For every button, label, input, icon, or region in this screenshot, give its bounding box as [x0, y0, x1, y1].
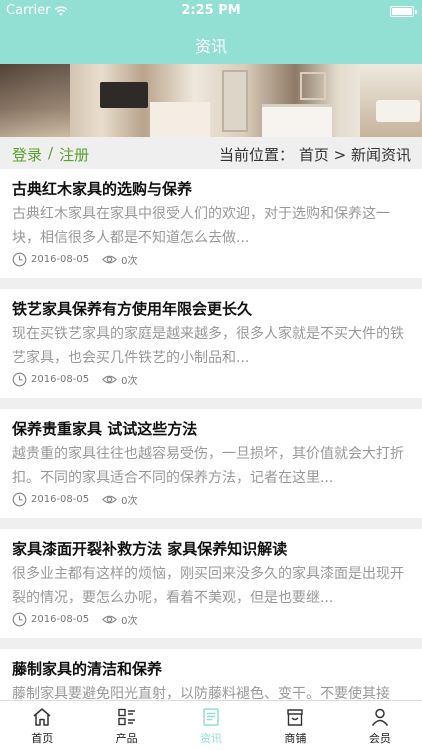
- news-views: 0次: [121, 616, 138, 627]
- banner-image[interactable]: [0, 64, 422, 137]
- news-date: 2016-08-05: [31, 494, 90, 505]
- tab-shop[interactable]: 商铺: [253, 701, 337, 750]
- banner-shape: [222, 70, 248, 132]
- news-meta: 2016-08-05 0次: [12, 372, 151, 387]
- clock-icon: [12, 252, 27, 267]
- battery-icon: [390, 6, 417, 17]
- tab-label: 首页: [31, 732, 54, 745]
- auth-separator: /: [48, 144, 54, 162]
- news-summary: 现在买铁艺家具的家庭是越来越多，很多人家就是不买大件的铁艺家具，也会买几件铁艺的…: [12, 326, 404, 366]
- news-meta: 2016-08-05 0次: [12, 252, 151, 267]
- banner-shape: [150, 102, 210, 137]
- tab-bar: 首页 产品 资讯 商铺 会员: [0, 700, 422, 750]
- tab-label: 产品: [115, 732, 138, 745]
- user-icon: [371, 708, 388, 726]
- news-item[interactable]: 古典红木家具的选购与保养 古典红木家具在家具中很受人们的欢迎，对于选购和保养这一…: [0, 169, 422, 278]
- news-summary: 古典红木家具在家具中很受人们的欢迎，对于选购和保养这一块，相信很多人都是不知道怎…: [12, 206, 390, 246]
- news-views: 0次: [121, 376, 138, 387]
- news-title[interactable]: 保养贵重家具 试试这些方法: [12, 418, 197, 439]
- clock-icon: [12, 492, 27, 507]
- news-item[interactable]: 家具漆面开裂补救方法 家具保养知识解读 很多业主都有这样的烦恼，刚买回来没多久的…: [0, 529, 422, 638]
- news-title[interactable]: 铁艺家具保养有方使用年限会更长久: [12, 298, 252, 319]
- news-date: 2016-08-05: [31, 254, 90, 265]
- breadcrumb-current: 新闻资讯: [350, 146, 411, 164]
- news-meta: 2016-08-05 0次: [12, 612, 151, 627]
- auth-links: 登录 / 注册: [12, 144, 89, 165]
- news-summary: 越贵重的家具往往也越容易受伤，一旦损坏，其价值就会大打折扣。不同的家具适合不同的…: [12, 446, 404, 486]
- news-views: 0次: [121, 496, 138, 507]
- banner-shape: [376, 100, 420, 122]
- news-item[interactable]: 保养贵重家具 试试这些方法 越贵重的家具往往也越容易受伤，一旦损坏，其价值就会大…: [0, 409, 422, 518]
- eye-icon: [102, 495, 118, 504]
- breadcrumb-arrow: >: [333, 146, 347, 164]
- tab-label: 资讯: [200, 732, 223, 745]
- banner-shape: [300, 72, 326, 100]
- clock-icon: [12, 612, 27, 627]
- eye-icon: [102, 375, 118, 384]
- breadcrumb-home[interactable]: 首页: [299, 146, 329, 164]
- location-label: 当前位置：: [219, 146, 295, 164]
- news-date: 2016-08-05: [31, 614, 90, 625]
- breadcrumb-bar: 登录 / 注册 当前位置： 首页 > 新闻资讯: [0, 137, 422, 169]
- breadcrumb: 当前位置： 首页 > 新闻资讯: [219, 144, 411, 165]
- list-icon: [117, 708, 135, 726]
- tab-news[interactable]: 资讯: [169, 701, 253, 750]
- clock-icon: [12, 372, 27, 387]
- news-icon: [203, 708, 219, 726]
- status-bar: Carrier 2:25 PM: [0, 0, 422, 22]
- home-icon: [33, 708, 51, 726]
- tab-member[interactable]: 会员: [338, 701, 422, 750]
- status-time: 2:25 PM: [181, 3, 241, 18]
- tab-label: 会员: [368, 732, 391, 745]
- banner-shape: [262, 104, 332, 137]
- news-date: 2016-08-05: [31, 374, 90, 385]
- eye-icon: [102, 255, 118, 264]
- tab-products[interactable]: 产品: [84, 701, 168, 750]
- tab-label: 商铺: [284, 732, 307, 745]
- banner-shape: [0, 64, 70, 137]
- page-title: 资讯: [194, 37, 227, 56]
- news-title[interactable]: 家具漆面开裂补救方法 家具保养知识解读: [12, 538, 287, 559]
- news-title[interactable]: 古典红木家具的选购与保养: [12, 178, 192, 199]
- news-meta: 2016-08-05 0次: [12, 492, 151, 507]
- login-link[interactable]: 登录: [12, 144, 42, 165]
- news-views: 0次: [121, 256, 138, 267]
- news-title[interactable]: 藤制家具的清洁和保养: [12, 658, 162, 679]
- news-summary: 很多业主都有这样的烦恼，刚买回来没多久的家具漆面是出现开裂的情况，要怎么办呢，看…: [12, 566, 404, 606]
- header: Carrier 2:25 PM 资讯: [0, 0, 422, 64]
- eye-icon: [102, 615, 118, 624]
- shop-icon: [287, 709, 304, 726]
- news-item[interactable]: 铁艺家具保养有方使用年限会更长久 现在买铁艺家具的家庭是越来越多，很多人家就是不…: [0, 289, 422, 398]
- register-link[interactable]: 注册: [59, 144, 89, 165]
- banner-shape: [100, 82, 148, 108]
- tab-home[interactable]: 首页: [0, 701, 84, 750]
- news-list: 古典红木家具的选购与保养 古典红木家具在家具中很受人们的欢迎，对于选购和保养这一…: [0, 169, 422, 750]
